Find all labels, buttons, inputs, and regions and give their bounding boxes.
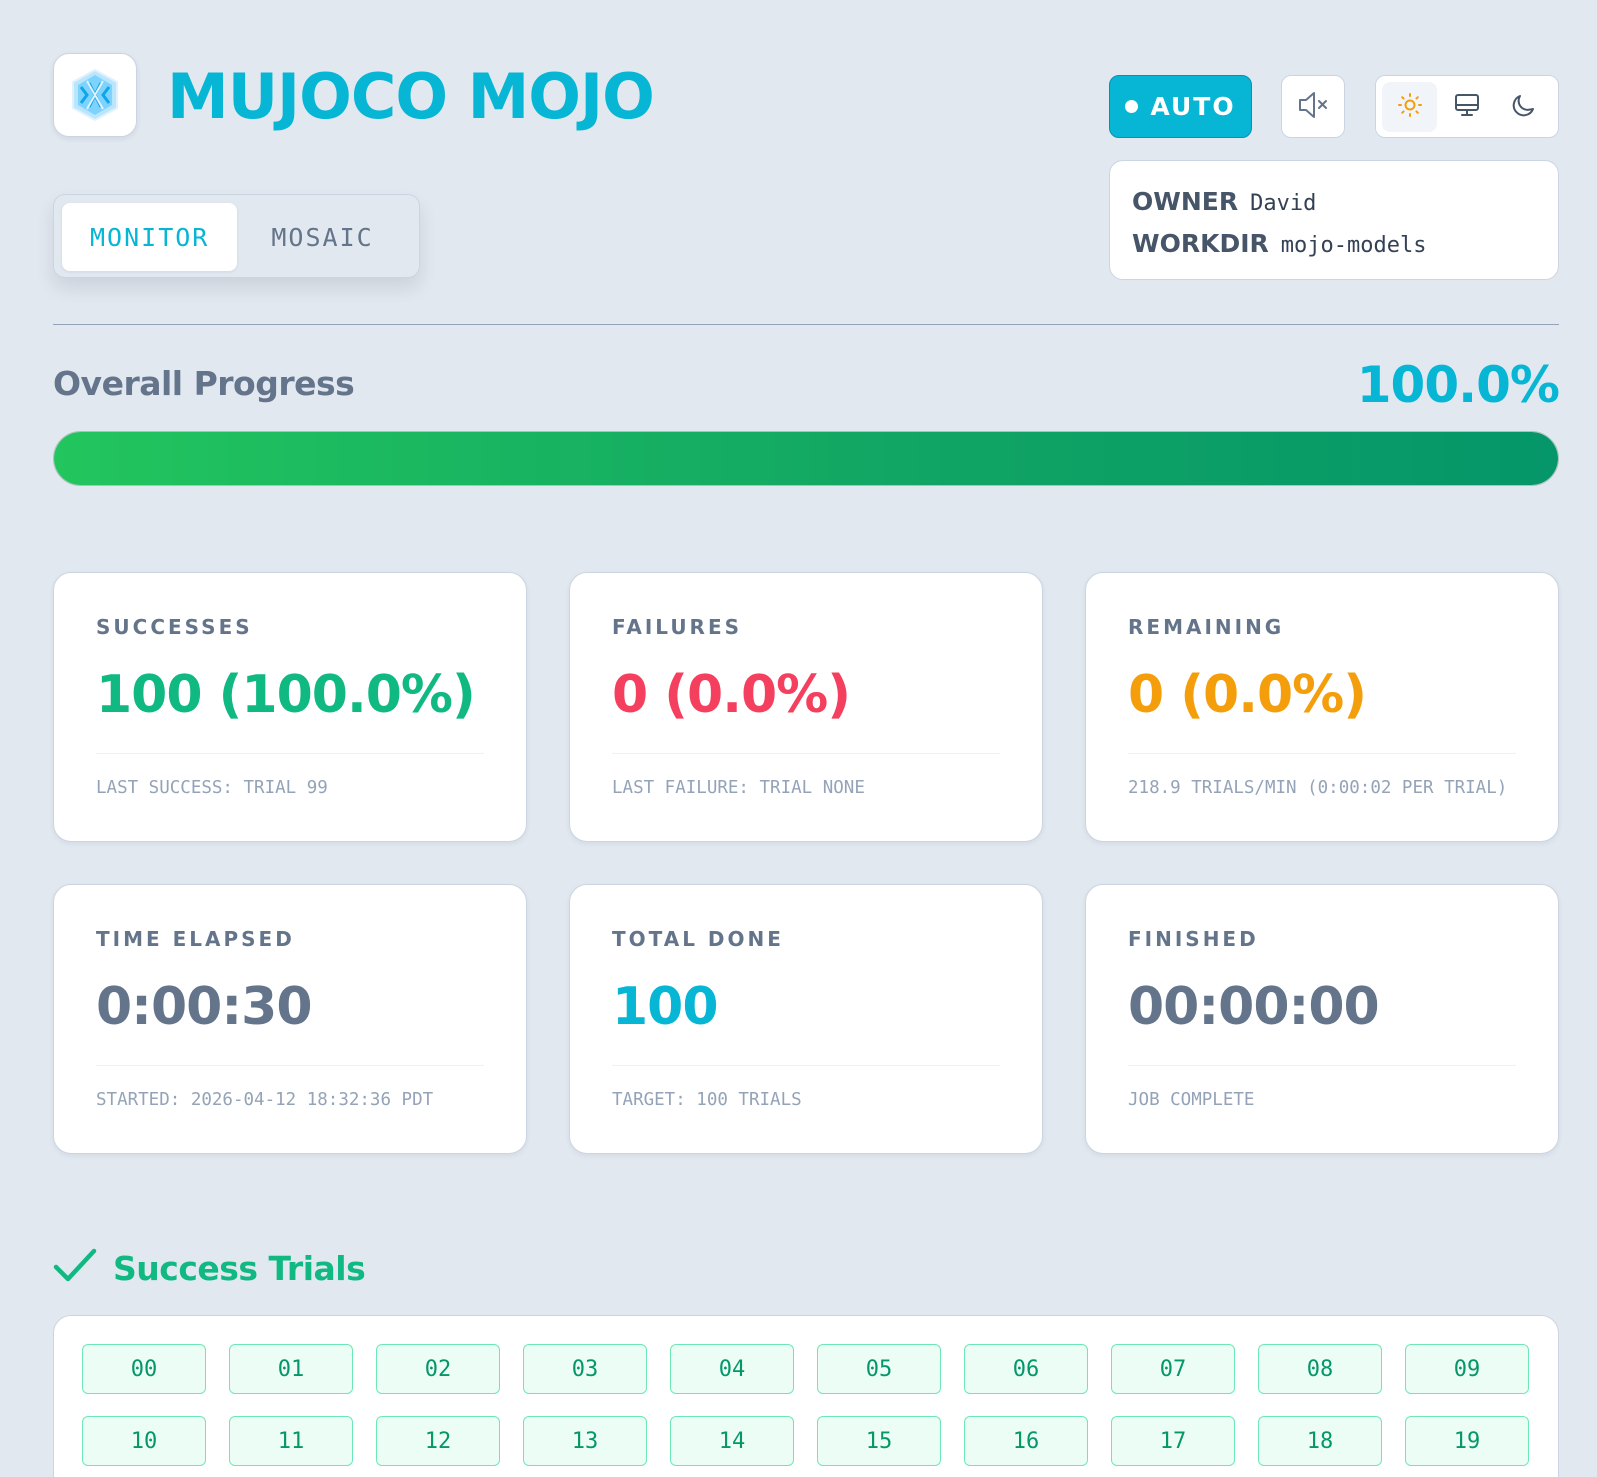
theme-light-button[interactable] bbox=[1382, 81, 1438, 132]
failures-card: FAILURES 0 (0.0%) LAST FAILURE: TRIAL NO… bbox=[569, 572, 1043, 842]
crystal-logo-icon bbox=[53, 53, 137, 137]
view-tabs: MONITOR MOSAIC bbox=[53, 194, 420, 278]
card-footer: 218.9 TRIALS/MIN (0:00:02 PER TRIAL) bbox=[1128, 778, 1508, 798]
workdir-value: mojo-models bbox=[1280, 233, 1427, 258]
card-label: REMAINING bbox=[1128, 615, 1285, 639]
trial-chip[interactable]: 05 bbox=[817, 1344, 941, 1394]
trial-chip[interactable]: 17 bbox=[1111, 1416, 1235, 1466]
trial-chip[interactable]: 13 bbox=[523, 1416, 647, 1466]
trial-chip[interactable]: 02 bbox=[376, 1344, 500, 1394]
card-footer: JOB COMPLETE bbox=[1128, 1090, 1255, 1110]
card-label: TIME ELAPSED bbox=[96, 927, 295, 951]
progress-bar bbox=[53, 431, 1559, 486]
card-value: 0:00:30 bbox=[96, 977, 313, 1037]
header: MUJOCO MOJO MONITOR MOSAIC AUTO OWNER Da… bbox=[53, 53, 1559, 293]
card-divider bbox=[96, 753, 484, 754]
owner-label: OWNER bbox=[1132, 187, 1239, 216]
card-label: SUCCESSES bbox=[96, 615, 253, 639]
card-label: FINISHED bbox=[1128, 927, 1259, 951]
trial-chip[interactable]: 01 bbox=[229, 1344, 353, 1394]
trial-chip[interactable]: 12 bbox=[376, 1416, 500, 1466]
trial-chip[interactable]: 06 bbox=[964, 1344, 1088, 1394]
success-trials-grid: 00 01 02 03 04 05 06 07 08 09 10 11 12 13 14 15 16 17 18 19 bbox=[82, 1344, 1530, 1466]
owner-value: David bbox=[1250, 191, 1317, 216]
card-value: 100 bbox=[612, 977, 719, 1037]
status-dot-icon bbox=[1125, 100, 1139, 113]
theme-dark-button[interactable] bbox=[1497, 82, 1552, 132]
card-divider bbox=[612, 753, 1000, 754]
trial-chip[interactable]: 16 bbox=[964, 1416, 1088, 1466]
trial-chip[interactable]: 03 bbox=[523, 1344, 647, 1394]
dashboard-page: MUJOCO MOJO MONITOR MOSAIC AUTO OWNER Da… bbox=[53, 53, 1560, 1477]
monitor-icon bbox=[1453, 91, 1481, 123]
owner-row: OWNER David bbox=[1132, 181, 1536, 223]
sun-icon bbox=[1396, 91, 1424, 123]
trial-chip[interactable]: 14 bbox=[670, 1416, 794, 1466]
trial-chip[interactable]: 09 bbox=[1405, 1344, 1529, 1394]
success-trials-title: Success Trials bbox=[113, 1248, 366, 1288]
workdir-row: WORKDIR mojo-models bbox=[1132, 223, 1536, 265]
theme-system-button[interactable] bbox=[1439, 82, 1494, 132]
theme-switcher bbox=[1375, 75, 1559, 138]
trial-chip[interactable]: 04 bbox=[670, 1344, 794, 1394]
trial-chip[interactable]: 19 bbox=[1405, 1416, 1529, 1466]
total-done-card: TOTAL DONE 100 TARGET: 100 TRIALS bbox=[569, 884, 1043, 1154]
trial-chip[interactable]: 11 bbox=[229, 1416, 353, 1466]
header-divider bbox=[53, 324, 1559, 325]
trial-chip[interactable]: 18 bbox=[1258, 1416, 1382, 1466]
success-trials-panel: 00 01 02 03 04 05 06 07 08 09 10 11 12 13 14 15 16 17 18 19 bbox=[53, 1315, 1559, 1477]
card-divider bbox=[1128, 1065, 1516, 1066]
card-divider bbox=[612, 1065, 1000, 1066]
success-trials-header: Success Trials bbox=[53, 1243, 366, 1293]
successes-card: SUCCESSES 100 (100.0%) LAST SUCCESS: TRI… bbox=[53, 572, 527, 842]
progress-bar-fill bbox=[54, 432, 1558, 485]
trial-chip[interactable]: 15 bbox=[817, 1416, 941, 1466]
progress-header: Overall Progress 100.0% bbox=[53, 356, 1560, 418]
trial-chip[interactable]: 07 bbox=[1111, 1344, 1235, 1394]
stats-grid: SUCCESSES 100 (100.0%) LAST SUCCESS: TRI… bbox=[53, 572, 1559, 1154]
trial-chip[interactable]: 00 bbox=[82, 1344, 206, 1394]
card-label: FAILURES bbox=[612, 615, 743, 639]
card-value: 0 (0.0%) bbox=[1128, 665, 1367, 725]
card-value: 100 (100.0%) bbox=[96, 665, 476, 725]
time-elapsed-card: TIME ELAPSED 0:00:30 STARTED: 2026-04-12… bbox=[53, 884, 527, 1154]
finished-card: FINISHED 00:00:00 JOB COMPLETE bbox=[1085, 884, 1559, 1154]
card-divider bbox=[96, 1065, 484, 1066]
auto-refresh-label: AUTO bbox=[1150, 92, 1236, 121]
card-footer: LAST SUCCESS: TRIAL 99 bbox=[96, 778, 328, 798]
app-title: MUJOCO MOJO bbox=[167, 60, 655, 133]
tab-monitor[interactable]: MONITOR bbox=[62, 203, 238, 271]
moon-icon bbox=[1510, 91, 1538, 123]
card-footer: LAST FAILURE: TRIAL NONE bbox=[612, 778, 865, 798]
remaining-card: REMAINING 0 (0.0%) 218.9 TRIALS/MIN (0:0… bbox=[1085, 572, 1559, 842]
tab-mosaic[interactable]: MOSAIC bbox=[243, 203, 401, 271]
card-value: 00:00:00 bbox=[1128, 977, 1380, 1037]
card-label: TOTAL DONE bbox=[612, 927, 784, 951]
progress-label: Overall Progress bbox=[53, 364, 355, 403]
card-footer: TARGET: 100 TRIALS bbox=[612, 1090, 802, 1110]
progress-percent: 100.0% bbox=[1356, 356, 1560, 414]
trial-chip[interactable]: 08 bbox=[1258, 1344, 1382, 1394]
card-divider bbox=[1128, 753, 1516, 754]
workdir-label: WORKDIR bbox=[1132, 229, 1269, 258]
card-footer: STARTED: 2026-04-12 18:32:36 PDT bbox=[96, 1090, 434, 1110]
mute-button[interactable] bbox=[1281, 75, 1345, 138]
job-info-card: OWNER David WORKDIR mojo-models bbox=[1109, 160, 1559, 280]
speaker-muted-icon bbox=[1296, 90, 1330, 124]
auto-refresh-button[interactable]: AUTO bbox=[1109, 75, 1252, 138]
checkmark-icon bbox=[53, 1247, 97, 1289]
trial-chip[interactable]: 10 bbox=[82, 1416, 206, 1466]
card-value: 0 (0.0%) bbox=[612, 665, 851, 725]
